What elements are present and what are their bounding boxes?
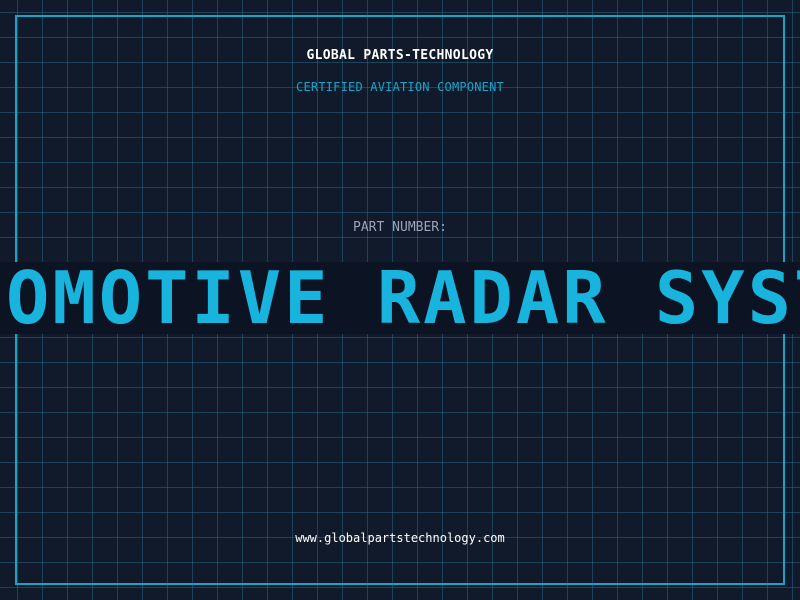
- part-number-value: AUTOMOTIVE RADAR SYSTEM: [0, 262, 800, 334]
- website-url: www.globalpartstechnology.com: [295, 531, 505, 545]
- part-card: GLOBAL PARTS-TECHNOLOGY CERTIFIED AVIATI…: [0, 0, 800, 600]
- certification-subtitle: CERTIFIED AVIATION COMPONENT: [296, 80, 504, 94]
- company-name: GLOBAL PARTS-TECHNOLOGY: [306, 48, 494, 63]
- part-number-label: PART NUMBER:: [353, 220, 447, 235]
- part-number-banner: AUTOMOTIVE RADAR SYSTEM: [0, 262, 800, 334]
